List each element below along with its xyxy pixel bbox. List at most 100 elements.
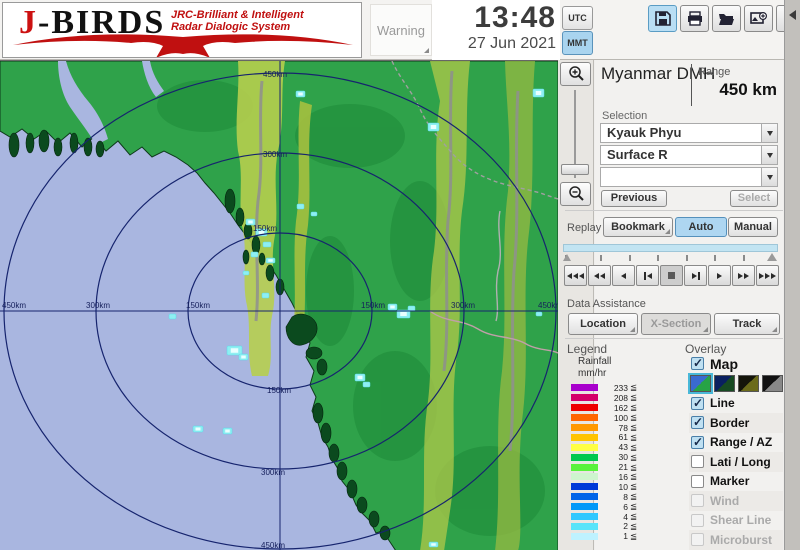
map-style-blue-green[interactable]	[690, 375, 711, 392]
open-folder-icon	[718, 11, 735, 26]
checkbox-checked-icon[interactable]	[691, 436, 704, 449]
checkbox-icon[interactable]	[691, 455, 704, 468]
legend-entry: 43≦	[571, 442, 637, 452]
overlay-item-label: Line	[710, 396, 735, 410]
legend-color-swatch	[571, 384, 598, 391]
legend-value: 78	[606, 423, 628, 433]
auto-button[interactable]: Auto	[675, 217, 727, 237]
map-style-navy-green[interactable]	[714, 375, 735, 392]
legend-color-swatch	[571, 414, 598, 421]
map-style-black-olive[interactable]	[738, 375, 759, 392]
slider-range-end-marker[interactable]	[767, 253, 777, 261]
legend-entry: 8≦	[571, 492, 637, 502]
dropdown-arrow-button[interactable]	[761, 168, 777, 186]
panel-collapse-strip[interactable]	[784, 0, 800, 550]
checkbox-checked-icon[interactable]	[691, 397, 704, 410]
mmt-button[interactable]: MMT	[562, 31, 593, 55]
legend-entry: 100≦	[571, 413, 637, 423]
zoom-in-button[interactable]	[560, 62, 591, 86]
stop-button[interactable]	[660, 265, 683, 286]
skip-end-button[interactable]	[684, 265, 707, 286]
replay-slider-track[interactable]	[563, 244, 778, 252]
zoom-slider-thumb[interactable]	[561, 164, 589, 175]
print-icon	[687, 11, 703, 26]
svg-text:450km: 450km	[261, 541, 285, 550]
svg-text:450km: 450km	[263, 70, 287, 79]
legend-entry: 2≦	[571, 521, 637, 531]
legend-color-swatch	[571, 434, 598, 441]
legend-value: 2	[606, 521, 628, 531]
rewind-fast-button[interactable]	[564, 265, 587, 286]
manual-button[interactable]: Manual	[728, 217, 778, 237]
legend-value: 162	[606, 403, 628, 413]
legend-entry: 233≦	[571, 383, 637, 393]
overlay-item-marker[interactable]: Marker	[689, 472, 783, 492]
radar-map[interactable]: 450km300km150km150km300km450km450km300km…	[0, 60, 558, 550]
add-image-icon	[750, 11, 767, 26]
overlay-item-border[interactable]: Border	[689, 413, 783, 433]
svg-text:300km: 300km	[451, 301, 475, 310]
warning-button[interactable]: Warning	[370, 4, 432, 56]
legend-color-swatch	[571, 404, 598, 411]
legend-color-swatch	[571, 523, 598, 530]
dropdown-arrow-button[interactable]	[761, 146, 777, 164]
legend-entry: 61≦	[571, 432, 637, 442]
rewind-button[interactable]	[588, 265, 611, 286]
bookmark-button[interactable]: Bookmark	[603, 217, 673, 237]
overlay-item-lati-long[interactable]: Lati / Long	[689, 452, 783, 472]
slider-range-start-marker[interactable]	[563, 254, 571, 261]
legend-value: 8	[606, 492, 628, 502]
dropdown-arrow-button[interactable]	[761, 124, 777, 142]
svg-text:450km: 450km	[2, 301, 26, 310]
zoom-in-icon	[567, 65, 585, 83]
divider	[565, 338, 783, 339]
overlay-item-line[interactable]: Line	[689, 394, 783, 414]
save-button[interactable]	[648, 5, 677, 32]
legend-entry: 1≦	[571, 531, 637, 541]
track-button[interactable]: Track	[714, 313, 780, 335]
legend-entry: 208≦	[571, 393, 637, 403]
site-dropdown[interactable]: Kyauk Phyu	[600, 123, 778, 143]
previous-button[interactable]: Previous	[601, 190, 667, 207]
checkbox-checked-icon[interactable]	[691, 416, 704, 429]
select-button[interactable]: Select	[730, 190, 778, 207]
divider	[691, 64, 692, 106]
svg-text:450km: 450km	[538, 301, 558, 310]
corner-mark-icon	[665, 229, 670, 234]
product-dropdown[interactable]: Surface R	[600, 145, 778, 165]
step-back-button[interactable]	[612, 265, 635, 286]
overlay-item-range-az[interactable]: Range / AZ	[689, 433, 783, 453]
jbirds-window: J-BIRDS JRC-Brilliant & Intelligent Rada…	[0, 0, 800, 550]
forward-fast-button[interactable]	[756, 265, 779, 286]
overlay-item-label: Border	[710, 416, 749, 430]
legend-value: 6	[606, 502, 628, 512]
legend-color-swatch	[571, 424, 598, 431]
forward-button[interactable]	[732, 265, 755, 286]
location-button[interactable]: Location	[568, 313, 638, 335]
collapse-panel-arrow-icon	[789, 10, 796, 20]
add-image-button[interactable]	[744, 5, 773, 32]
map-style-black-grey[interactable]	[762, 375, 783, 392]
legend-value: 61	[606, 432, 628, 442]
overlay-item-map[interactable]: Map	[689, 354, 783, 374]
legend-label: Legend	[567, 342, 607, 356]
legend-entry: 78≦	[571, 423, 637, 433]
zoom-out-button[interactable]	[560, 182, 591, 206]
eagle-icon	[9, 29, 357, 58]
utc-button[interactable]: UTC	[562, 6, 593, 30]
svg-text:150km: 150km	[267, 386, 291, 395]
legend-entry: 21≦	[571, 462, 637, 472]
play-button[interactable]	[708, 265, 731, 286]
open-folder-button[interactable]	[712, 5, 741, 32]
svg-text:300km: 300km	[86, 301, 110, 310]
xsection-button[interactable]: X-Section	[641, 313, 711, 335]
checkbox-icon[interactable]	[691, 475, 704, 488]
svg-text:300km: 300km	[261, 468, 285, 477]
legend-value: 4	[606, 512, 628, 522]
checkbox-checked-icon[interactable]	[691, 357, 704, 370]
extra-dropdown[interactable]	[600, 167, 778, 187]
print-button[interactable]	[680, 5, 709, 32]
overlay-item-shear-line: Shear Line	[689, 511, 783, 531]
skip-start-button[interactable]	[636, 265, 659, 286]
legend-color-swatch	[571, 483, 598, 490]
